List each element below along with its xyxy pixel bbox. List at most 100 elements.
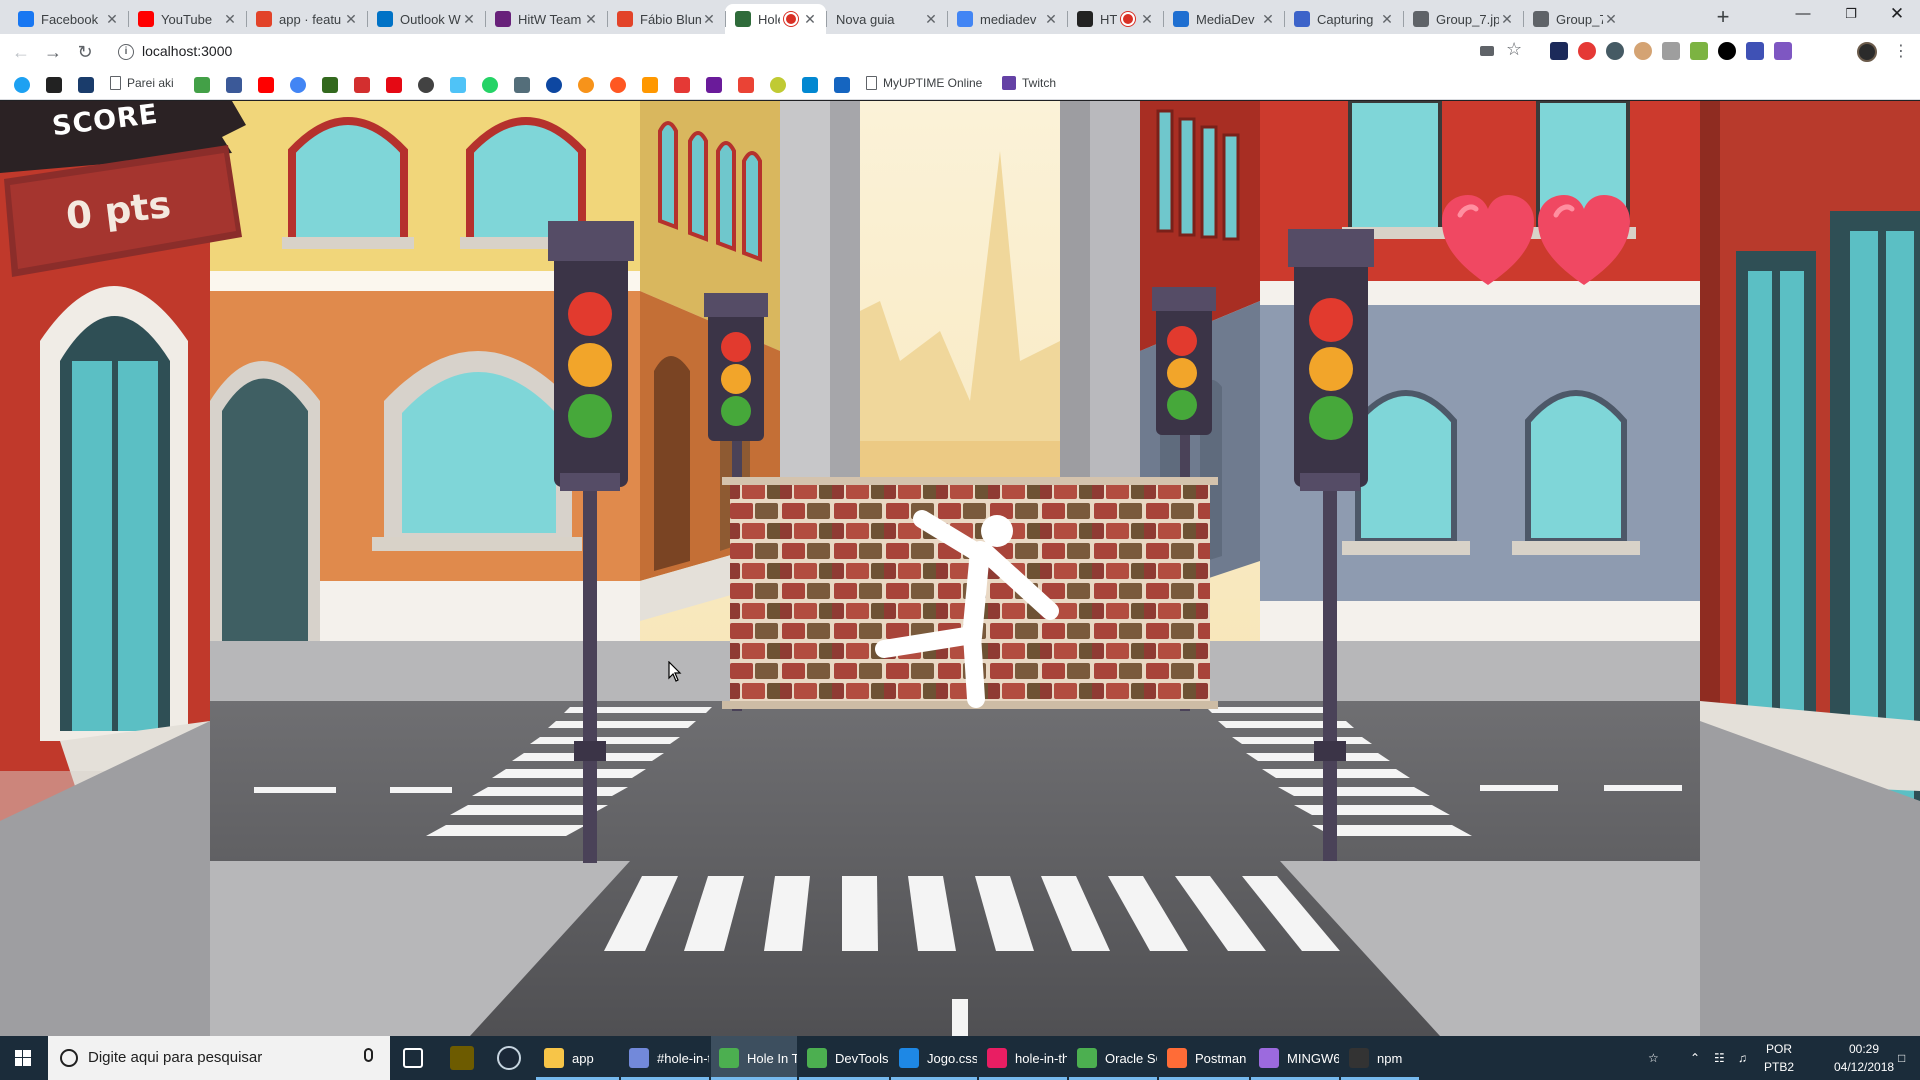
microphone-icon[interactable] [364, 1048, 373, 1062]
pinned-app-icon[interactable] [450, 1046, 474, 1070]
browser-tab[interactable]: MediaDev ✕ [1163, 4, 1284, 34]
extension-icon[interactable] [1662, 42, 1680, 60]
close-tab-icon[interactable]: ✕ [701, 11, 717, 28]
browser-tab[interactable]: app · featu ✕ [246, 4, 367, 34]
gmail-bookmark-icon[interactable] [738, 77, 754, 93]
taskbar-search[interactable]: Digite aqui para pesquisar [48, 1036, 390, 1080]
taskbar-app[interactable]: #hole-in-t... [621, 1036, 709, 1080]
browser-tab[interactable]: Group_7.1✕ [1523, 4, 1627, 34]
bookmark-icon[interactable] [194, 77, 210, 93]
youtube-bookmark-icon[interactable] [258, 77, 274, 93]
close-tab-icon[interactable]: ✕ [1499, 11, 1515, 28]
extension-icon[interactable] [1690, 42, 1708, 60]
taskbar-app[interactable]: hole-in-th... [979, 1036, 1067, 1080]
extension-icon[interactable] [1634, 42, 1652, 60]
bookmark-icon[interactable] [46, 77, 62, 93]
bookmark-icon[interactable] [450, 77, 466, 93]
close-tab-icon[interactable]: ✕ [1260, 11, 1276, 28]
close-tab-icon[interactable]: ✕ [583, 11, 599, 28]
extension-icon[interactable] [1774, 42, 1792, 60]
google-bookmark-icon[interactable] [290, 77, 306, 93]
browser-tab[interactable]: Outlook W ✕ [367, 4, 485, 34]
bookmark-icon[interactable] [706, 77, 722, 93]
close-tab-icon[interactable]: ✕ [802, 11, 818, 28]
people-icon[interactable]: ☆ [1648, 1036, 1659, 1080]
close-tab-icon[interactable]: ✕ [1603, 11, 1619, 28]
bookmark-icon[interactable] [78, 77, 94, 93]
tray-overflow-icon[interactable]: ⌃ [1690, 1036, 1700, 1080]
bookmark-icon[interactable] [354, 77, 370, 93]
bookmark-parei-aki[interactable]: Parei aki [110, 76, 174, 90]
taskbar-app[interactable]: DevTools -... [799, 1036, 889, 1080]
minimize-button[interactable]: — [1780, 0, 1826, 30]
menu-icon[interactable]: ⋮ [1893, 41, 1909, 61]
netflix-bookmark-icon[interactable] [386, 77, 402, 93]
bookmark-icon[interactable] [514, 77, 530, 93]
bookmark-icon[interactable] [610, 77, 626, 93]
bookmark-myuptime[interactable]: MyUPTIME Online [866, 76, 982, 90]
twitter-bookmark-icon[interactable] [14, 77, 30, 93]
browser-tab[interactable]: YouTube ✕ [128, 4, 246, 34]
reload-button[interactable]: ↻ [72, 39, 98, 65]
taskbar-app[interactable]: Hole In Th... [711, 1036, 797, 1080]
close-tab-icon[interactable]: ✕ [461, 11, 477, 28]
facebook-bookmark-icon[interactable] [226, 77, 242, 93]
browser-tab[interactable]: HTML ✕ [1067, 4, 1163, 34]
extension-icon[interactable] [1718, 42, 1736, 60]
bookmark-twitch[interactable]: Twitch [1002, 76, 1056, 90]
clock[interactable]: 00:29 04/12/2018 [1834, 1040, 1894, 1076]
browser-tab[interactable]: Fábio Blum ✕ [607, 4, 725, 34]
close-window-button[interactable]: ✕ [1874, 0, 1920, 30]
address-bar[interactable]: i localhost:3000 ☆ [108, 38, 1528, 66]
close-tab-icon[interactable]: ✕ [923, 11, 939, 28]
browser-tab[interactable]: Facebook ✕ [8, 4, 128, 34]
close-tab-icon[interactable]: ✕ [222, 11, 238, 28]
taskbar-app[interactable]: Oracle SQ... [1069, 1036, 1157, 1080]
forward-button[interactable]: → [40, 39, 66, 65]
steam-icon[interactable] [497, 1046, 521, 1070]
bookmark-star-icon[interactable]: ☆ [1506, 39, 1522, 60]
new-tab-button[interactable]: + [1710, 4, 1736, 30]
close-tab-icon[interactable]: ✕ [1139, 11, 1155, 28]
bookmark-icon[interactable] [770, 77, 786, 93]
taskbar-app[interactable]: MINGW64... [1251, 1036, 1339, 1080]
restore-button[interactable]: ❐ [1828, 0, 1874, 30]
browser-tab[interactable]: Capturing ✕ [1284, 4, 1403, 34]
browser-tab[interactable]: HitW Team ✕ [485, 4, 607, 34]
profile-avatar[interactable] [1857, 42, 1877, 62]
bookmark-icon[interactable] [642, 77, 658, 93]
task-view-icon[interactable] [403, 1048, 423, 1068]
browser-tab[interactable]: Hole I ✕ [725, 4, 826, 34]
game-viewport[interactable]: SCORE 0 pts [0, 101, 1920, 1036]
back-button[interactable]: ← [8, 39, 34, 65]
camera-icon[interactable] [1480, 46, 1494, 56]
extension-icon[interactable] [1550, 42, 1568, 60]
site-info-icon[interactable]: i [118, 44, 134, 60]
bitcoin-bookmark-icon[interactable] [578, 77, 594, 93]
windows-start-icon[interactable] [0, 1036, 46, 1080]
extension-icon[interactable] [1578, 42, 1596, 60]
bookmark-icon[interactable] [674, 77, 690, 93]
close-tab-icon[interactable]: ✕ [343, 11, 359, 28]
bookmark-icon[interactable] [546, 77, 562, 93]
browser-tab[interactable]: Nova guia ✕ [826, 4, 947, 34]
browser-tab[interactable]: mediadev ✕ [947, 4, 1067, 34]
taskbar-app[interactable]: npm [1341, 1036, 1419, 1080]
notifications-icon[interactable]: □ [1898, 1036, 1905, 1080]
taskbar-app[interactable]: Jogo.css - ... [891, 1036, 977, 1080]
close-tab-icon[interactable]: ✕ [1043, 11, 1059, 28]
taskbar-app[interactable]: app [536, 1036, 619, 1080]
bookmark-icon[interactable] [834, 77, 850, 93]
bookmark-icon[interactable] [322, 77, 338, 93]
taskbar-app[interactable]: Postman [1159, 1036, 1249, 1080]
close-tab-icon[interactable]: ✕ [104, 11, 120, 28]
browser-tab[interactable]: Group_7.jp ✕ [1403, 4, 1523, 34]
network-icon[interactable]: ☷ [1714, 1036, 1725, 1080]
bookmark-icon[interactable] [418, 77, 434, 93]
close-tab-icon[interactable]: ✕ [1379, 11, 1395, 28]
extension-icon[interactable] [1606, 42, 1624, 60]
extension-icon[interactable] [1746, 42, 1764, 60]
bookmark-icon[interactable] [802, 77, 818, 93]
whatsapp-bookmark-icon[interactable] [482, 77, 498, 93]
volume-icon[interactable]: ♫ [1738, 1036, 1747, 1080]
